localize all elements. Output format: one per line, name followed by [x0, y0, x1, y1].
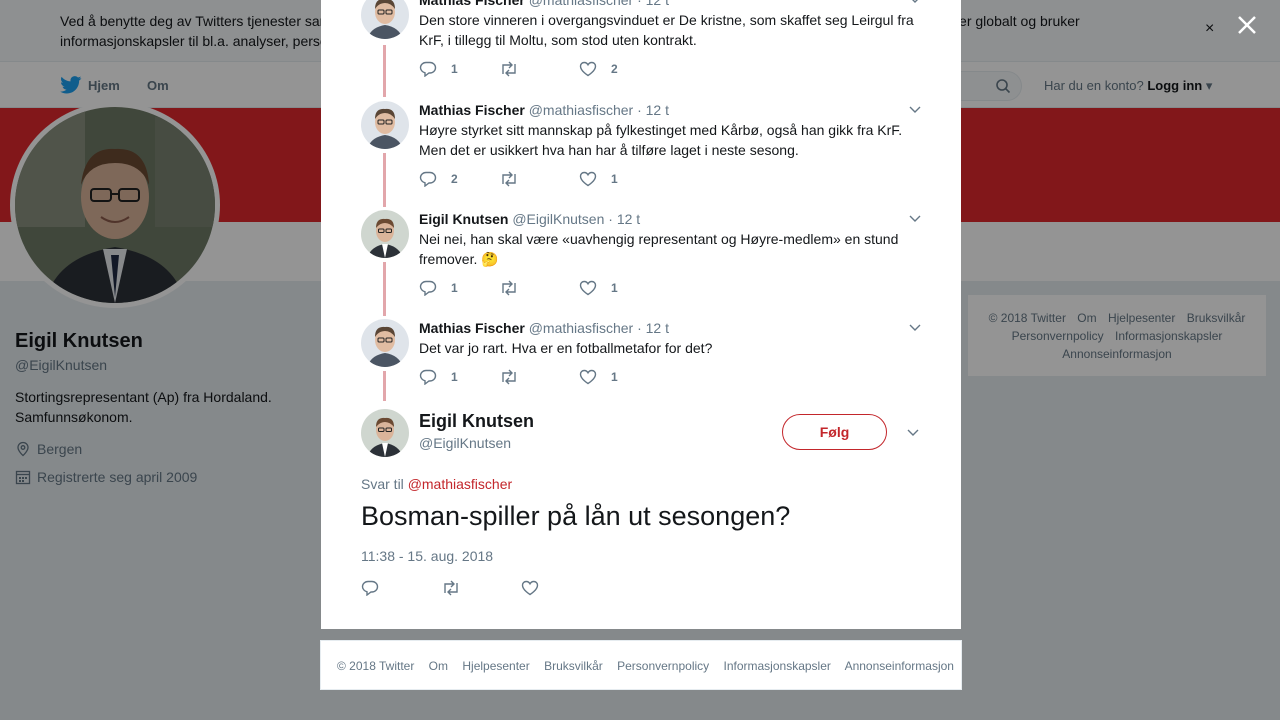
reply-count: 2 — [451, 172, 458, 186]
tweet-author-name[interactable]: Mathias Fischer — [419, 102, 525, 118]
reply-to-link[interactable]: @mathiasfischer — [408, 476, 512, 492]
footer-link[interactable]: Informasjonskapsler — [724, 659, 831, 673]
reply-button[interactable]: 2 — [419, 171, 499, 187]
reply-button[interactable] — [361, 580, 441, 596]
thread-tweet[interactable]: Mathias Fischer @mathiasfischer · 12 t D… — [361, 0, 921, 91]
tweet-text: Nei nei, han skal være «uavhengig repres… — [419, 231, 899, 267]
footer-copyright: © 2018 Twitter — [337, 659, 415, 673]
tweet-body: Mathias Fischer @mathiasfischer · 12 t H… — [419, 101, 919, 160]
tweet-time[interactable]: · 12 t — [637, 0, 669, 8]
retweet-button[interactable] — [441, 580, 521, 596]
retweet-icon — [502, 369, 516, 385]
tweet-header: Mathias Fischer @mathiasfischer · 12 t — [419, 101, 919, 119]
footer-link[interactable]: Om — [429, 659, 448, 673]
reply-count: 1 — [451, 62, 458, 76]
reply-to-line: Svar til @mathiasfischer — [361, 476, 512, 492]
retweet-icon — [502, 280, 516, 296]
heart-icon — [579, 369, 597, 385]
like-button[interactable]: 1 — [579, 280, 659, 296]
tweet-text: Det var jo rart. Hva er en fotballmetafo… — [419, 340, 713, 356]
tweet-header: Mathias Fischer @mathiasfischer · 12 t — [419, 0, 919, 9]
reply-button[interactable]: 1 — [419, 61, 499, 77]
like-button[interactable]: 1 — [579, 369, 659, 385]
tweet-text: Høyre styrket sitt mannskap på fylkestin… — [419, 122, 903, 158]
tweet-body: Mathias Fischer @mathiasfischer · 12 t D… — [419, 319, 919, 358]
tweet-time[interactable]: · 12 t — [637, 102, 669, 118]
retweet-icon — [502, 171, 516, 187]
reply-count: 1 — [451, 370, 458, 384]
tweet-modal: Mathias Fischer @mathiasfischer · 12 t D… — [321, 0, 961, 629]
heart-icon — [579, 171, 597, 187]
like-count: 1 — [611, 172, 618, 186]
avatar[interactable] — [361, 319, 409, 367]
tweet-text: Den store vinneren i overgangsvinduet er… — [419, 12, 914, 48]
tweet-actions: 1 1 — [419, 280, 659, 296]
thread-tweet[interactable]: Mathias Fischer @mathiasfischer · 12 t D… — [361, 319, 921, 399]
reply-to-label: Svar til — [361, 476, 404, 492]
footer-link[interactable]: Annonseinformasjon — [845, 659, 954, 673]
avatar[interactable] — [361, 0, 409, 39]
chevron-down-icon[interactable] — [909, 103, 921, 115]
main-tweet-author-handle[interactable]: @EigilKnutsen — [419, 435, 511, 451]
retweet-icon — [444, 580, 458, 596]
retweet-button[interactable] — [499, 171, 579, 187]
chevron-down-icon[interactable] — [907, 426, 919, 438]
tweet-body: Mathias Fischer @mathiasfischer · 12 t D… — [419, 0, 919, 50]
avatar[interactable] — [361, 409, 409, 457]
tweet-author-handle[interactable]: @mathiasfischer — [529, 0, 633, 8]
follow-button[interactable]: Følg — [782, 414, 887, 450]
reply-icon — [419, 280, 437, 296]
footer-link[interactable]: Personvernpolicy — [617, 659, 709, 673]
tweet-actions: 1 2 — [419, 61, 659, 77]
retweet-icon — [502, 61, 516, 77]
like-count: 2 — [611, 62, 618, 76]
tweet-author-handle[interactable]: @mathiasfischer — [529, 320, 633, 336]
reply-count: 1 — [451, 281, 458, 295]
tweet-author-name[interactable]: Eigil Knutsen — [419, 211, 508, 227]
main-tweet-actions — [361, 580, 601, 596]
heart-icon — [579, 61, 597, 77]
like-count: 1 — [611, 281, 618, 295]
tweet-author-name[interactable]: Mathias Fischer — [419, 0, 525, 8]
tweet-actions: 2 1 — [419, 171, 659, 187]
tweet-author-handle[interactable]: @EigilKnutsen — [512, 211, 604, 227]
retweet-button[interactable] — [499, 61, 579, 77]
heart-icon — [579, 280, 597, 296]
reply-button[interactable]: 1 — [419, 369, 499, 385]
retweet-button[interactable] — [499, 369, 579, 385]
tweet-header: Mathias Fischer @mathiasfischer · 12 t — [419, 319, 919, 337]
reply-icon — [419, 369, 437, 385]
chevron-down-icon[interactable] — [909, 0, 921, 5]
retweet-button[interactable] — [499, 280, 579, 296]
like-button[interactable]: 2 — [579, 61, 659, 77]
chevron-down-icon[interactable] — [909, 212, 921, 224]
reply-button[interactable]: 1 — [419, 280, 499, 296]
tweet-body: Eigil Knutsen @EigilKnutsen · 12 t Nei n… — [419, 210, 919, 269]
tweet-actions: 1 1 — [419, 369, 659, 385]
modal-footer: © 2018 Twitter Om Hjelpesenter Bruksvilk… — [320, 640, 962, 690]
like-button[interactable]: 1 — [579, 171, 659, 187]
heart-icon — [521, 580, 539, 596]
main-tweet-text: Bosman-spiller på lån ut sesongen? — [361, 501, 791, 531]
tweet-author-handle[interactable]: @mathiasfischer — [529, 102, 633, 118]
reply-icon — [419, 61, 437, 77]
tweet-author-name[interactable]: Mathias Fischer — [419, 320, 525, 336]
tweet-time[interactable]: · 12 t — [637, 320, 669, 336]
main-tweet-author-name[interactable]: Eigil Knutsen — [419, 411, 534, 432]
like-button[interactable] — [521, 580, 601, 596]
tweet-time[interactable]: · 12 t — [608, 211, 640, 227]
thread-tweet[interactable]: Eigil Knutsen @EigilKnutsen · 12 t Nei n… — [361, 210, 921, 310]
tweet-header: Eigil Knutsen @EigilKnutsen · 12 t — [419, 210, 919, 228]
footer-link[interactable]: Bruksvilkår — [544, 659, 603, 673]
like-count: 1 — [611, 370, 618, 384]
footer-link[interactable]: Hjelpesenter — [462, 659, 529, 673]
chevron-down-icon[interactable] — [909, 321, 921, 333]
close-icon[interactable] — [1234, 12, 1260, 38]
reply-icon — [419, 171, 437, 187]
avatar[interactable] — [361, 210, 409, 258]
reply-icon — [361, 580, 379, 596]
main-tweet-timestamp[interactable]: 11:38 - 15. aug. 2018 — [361, 548, 493, 564]
avatar[interactable] — [361, 101, 409, 149]
thread-tweet[interactable]: Mathias Fischer @mathiasfischer · 12 t H… — [361, 101, 921, 201]
